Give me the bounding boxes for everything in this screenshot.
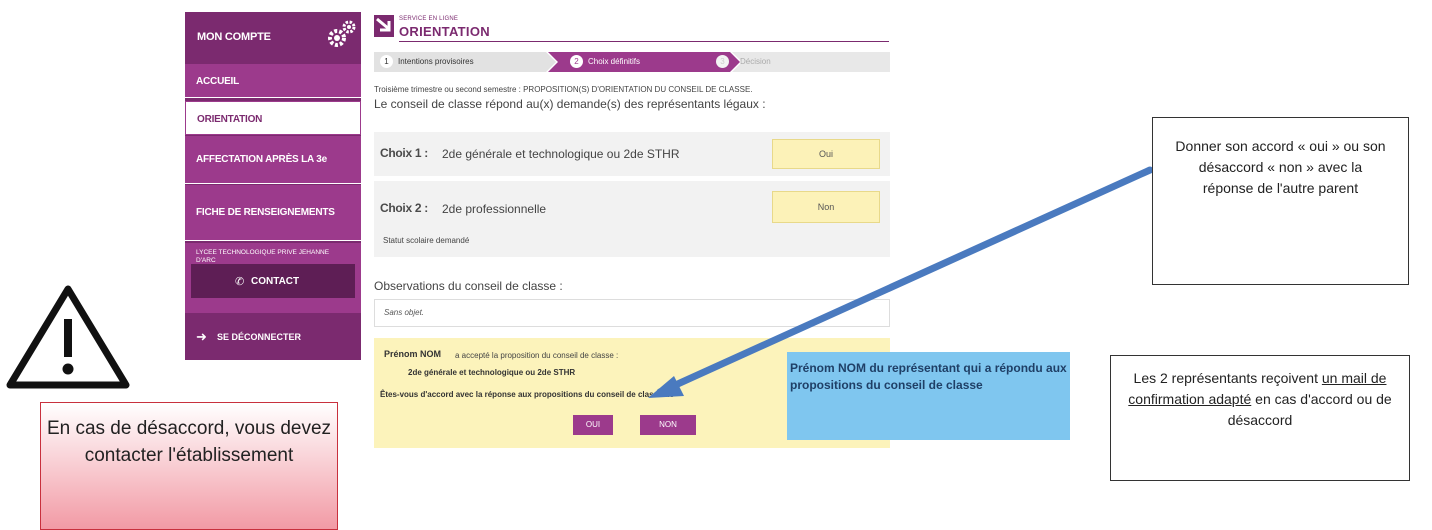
account-label: MON COMPTE [197,31,271,43]
sidebar-item-orientation[interactable]: ORIENTATION [185,101,361,135]
contact-button[interactable]: ✆ CONTACT [191,264,355,298]
period-text: Troisième trimestre ou second semestre :… [374,85,753,94]
parent-name: Prénom NOM [384,349,442,359]
warning-text: En cas de désaccord, vous devez contacte… [46,418,332,466]
logout-label: SE DÉCONNECTER [217,332,302,342]
account-header[interactable]: MON COMPTE [185,12,361,62]
service-label: SERVICE EN LIGNE [399,16,459,22]
accepted-value: 2de générale et technologique ou 2de STH… [408,368,576,377]
logout-icon: ➜ [196,329,207,344]
sidebar-item-label: ACCUEIL [196,76,240,87]
sidebar-item-fiche[interactable]: FICHE DE RENSEIGNEMENTS [185,185,361,241]
choice-2-status: Statut scolaire demandé [383,236,470,245]
choice-2-value: 2de professionnelle [442,202,547,216]
sidebar-item-accueil[interactable]: ACCUEIL [185,64,361,98]
phone-icon: ✆ [235,276,245,288]
non-button[interactable]: NON [640,415,696,435]
choice-1-label: Choix 1 : [380,146,428,160]
choice-2-label: Choix 2 : [380,201,428,215]
sidebar: MON COMPTE ACCUEIL ORIENTATION AFFECTATI… [185,12,361,360]
intro-text: Le conseil de classe répond au(x) demand… [374,97,766,111]
choice-1-value: 2de générale et technologique ou 2de STH… [442,147,680,161]
confirmation-post: en cas d'accord ou de désaccord [1227,391,1392,428]
page-title: ORIENTATION [399,24,490,39]
observations-label: Observations du conseil de classe : [374,279,563,293]
step-1-label[interactable]: Intentions provisoires [398,57,474,66]
warning-callout: En cas de désaccord, vous devez contacte… [40,402,338,530]
sidebar-item-affectation[interactable]: AFFECTATION APRÈS LA 3e [185,136,361,184]
sidebar-item-label: ORIENTATION [197,114,263,125]
observations-value: Sans objet. [384,308,425,317]
agreement-callout-text: Donner son accord « oui » ou son désacco… [1175,138,1386,196]
confirmation-pre: Les 2 représentants reçoivent [1133,370,1318,386]
stepper: 1 Intentions provisoires 2 Choix définit… [374,52,890,72]
contact-label: CONTACT [251,276,300,287]
sidebar-item-label: FICHE DE RENSEIGNEMENTS [196,207,335,218]
step-2-number: 2 [570,55,583,68]
step-3-number: 3 [716,55,729,68]
sidebar-item-label: AFFECTATION APRÈS LA 3e [196,154,327,165]
service-arrow-icon [374,15,394,37]
oui-button[interactable]: OUI [573,415,613,435]
agreement-callout: Donner son accord « oui » ou son désacco… [1152,117,1409,285]
title-rule [399,41,889,42]
step-1-number: 1 [380,55,393,68]
school-name: LYCEE TECHNOLOGIQUE PRIVE JEHANNE D'ARC [196,249,330,264]
warning-icon [6,285,130,389]
annotation-arrow [648,166,1154,398]
step-2-label[interactable]: Choix définitifs [588,57,640,66]
gears-icon [328,20,356,47]
accepted-text: a accepté la proposition du conseil de c… [455,351,619,360]
confirmation-callout: Les 2 représentants reçoivent un mail de… [1110,355,1410,481]
logout-button[interactable]: ➜ SE DÉCONNECTER [185,317,361,360]
step-3-label[interactable]: Décision [740,57,771,66]
